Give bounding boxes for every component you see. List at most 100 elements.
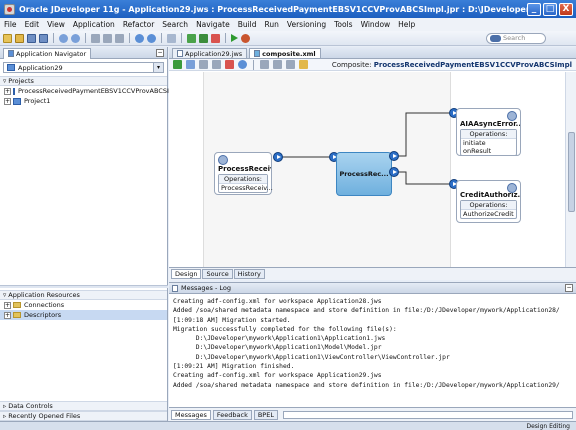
service-process-received-payment[interactable]: ProcessReceiv... Operations: ProcessRece… [214, 152, 273, 195]
expand-icon[interactable]: + [4, 311, 11, 319]
open-icon[interactable] [15, 33, 24, 43]
grid-icon[interactable] [273, 60, 282, 69]
zoom-icon[interactable] [260, 60, 269, 69]
menu-refactor[interactable]: Refactor [123, 20, 154, 29]
canvas-vertical-scrollbar[interactable] [565, 72, 576, 267]
minimize-button[interactable]: _ [527, 2, 541, 16]
delete-icon[interactable] [225, 60, 234, 69]
file-icon [177, 50, 183, 57]
paste-icon[interactable] [115, 33, 124, 43]
log-tabs: Messages Feedback BPEL [169, 407, 576, 421]
composite-canvas[interactable]: ProcessReceiv... Operations: ProcessRece… [169, 72, 565, 267]
edit-icon[interactable] [186, 60, 195, 69]
tab-feedback[interactable]: Feedback [212, 409, 252, 420]
layout-icon[interactable] [212, 60, 221, 69]
new-icon[interactable] [3, 33, 12, 43]
menu-run[interactable]: Run [265, 20, 279, 29]
log-line: [1:09:18 AM] Migration started. [173, 316, 291, 324]
chevron-down-icon[interactable]: ▾ [153, 63, 163, 72]
project-icon [13, 87, 15, 95]
menu-help[interactable]: Help [398, 20, 415, 29]
tree-item-descriptors[interactable]: + Descriptors [0, 310, 167, 320]
menu-tools[interactable]: Tools [334, 20, 352, 29]
tab-source[interactable]: Source [202, 269, 233, 279]
save-icon[interactable] [27, 33, 36, 43]
bpel-output-icon-1[interactable] [389, 151, 399, 161]
run-icon[interactable] [231, 34, 238, 42]
copy-icon[interactable] [103, 33, 112, 43]
minimize-log-button[interactable]: − [565, 284, 573, 292]
reference-gear-icon [507, 183, 517, 193]
expand-icon[interactable]: + [4, 301, 11, 309]
menu-search[interactable]: Search [162, 20, 188, 29]
minimize-panel-button[interactable]: − [156, 48, 164, 57]
database-icon[interactable] [167, 33, 176, 43]
toolbar-separator [181, 33, 182, 43]
tab-bpel[interactable]: BPEL [253, 409, 278, 420]
status-text: Design Editing [526, 422, 570, 430]
tab-history[interactable]: History [233, 269, 265, 279]
menu-application[interactable]: Application [73, 20, 115, 29]
service-endpoint-icon[interactable] [273, 152, 283, 162]
wire-icon[interactable] [199, 60, 208, 69]
close-button[interactable]: X [559, 2, 573, 16]
menu-window[interactable]: Window [361, 20, 391, 29]
application-selector[interactable]: Application29 ▾ [3, 62, 164, 73]
print-icon[interactable] [286, 60, 295, 69]
menu-versioning[interactable]: Versioning [287, 20, 326, 29]
expand-icon[interactable]: + [4, 97, 11, 105]
menu-view[interactable]: View [47, 20, 65, 29]
tree-item-connections[interactable]: + Connections [0, 300, 167, 310]
debug-icon[interactable] [241, 33, 250, 43]
application-resources-header[interactable]: ▿ Application Resources [0, 290, 167, 300]
validate-icon[interactable] [173, 60, 182, 69]
refresh-icon[interactable] [299, 60, 308, 69]
tree-item-project[interactable]: + ProcessReceivedPaymentEBSV1CCVProvABCS… [0, 86, 181, 96]
operations-box: Operations: ProcessReceiv... [218, 174, 273, 193]
composite-title: Composite: ProcessReceivedPaymentEBSV1CC… [331, 60, 572, 69]
tree-item-project[interactable]: + Project1 [0, 96, 167, 106]
menu-build[interactable]: Build [238, 20, 257, 29]
redo-icon[interactable] [71, 33, 80, 43]
tab-composite-xml[interactable]: composite.xml [249, 48, 321, 58]
navigator-icon [8, 50, 14, 57]
bpel-output-icon-2[interactable] [389, 167, 399, 177]
menu-edit[interactable]: Edit [25, 20, 40, 29]
project-icon [13, 97, 21, 105]
expand-icon[interactable]: + [4, 87, 11, 95]
panel-splitter[interactable] [0, 285, 168, 288]
application-icon [7, 64, 15, 71]
reference-credit-authorization[interactable]: CreditAuthoriz... Operations: AuthorizeC… [456, 180, 521, 223]
log-line: Added /soa/shared metadata namespace and… [173, 307, 560, 315]
tab-application-navigator[interactable]: Application Navigator [3, 47, 92, 59]
undo-icon[interactable] [59, 33, 68, 43]
menu-navigate[interactable]: Navigate [196, 20, 230, 29]
info-icon[interactable] [238, 60, 247, 69]
service-gear-icon [218, 155, 228, 165]
menu-bar: File Edit View Application Refactor Sear… [0, 18, 576, 31]
back-icon[interactable] [135, 33, 144, 43]
tab-messages[interactable]: Messages [171, 409, 211, 420]
clean-icon[interactable] [211, 33, 220, 43]
data-controls-header[interactable]: ▹ Data Controls [0, 401, 167, 411]
status-bar: Design Editing [0, 421, 576, 430]
rebuild-icon[interactable] [199, 33, 208, 43]
log-horizontal-scrollbar[interactable] [282, 410, 573, 419]
tab-design[interactable]: Design [171, 269, 202, 279]
toolbar-separator [225, 33, 226, 43]
menu-file[interactable]: File [4, 20, 17, 29]
log-line: Migration successfully completed for the… [173, 325, 397, 333]
projects-header[interactable]: ▿ Projects [0, 76, 167, 86]
log-line: Creating adf-config.xml for workspace Ap… [173, 372, 382, 380]
bpel-process[interactable]: ProcessRec... [336, 152, 392, 196]
forward-icon[interactable] [147, 33, 156, 43]
search-box[interactable]: Search [486, 33, 546, 44]
build-icon[interactable] [187, 33, 196, 43]
scrollbar-thumb[interactable] [568, 132, 575, 212]
cut-icon[interactable] [91, 33, 100, 43]
save-all-icon[interactable] [39, 33, 48, 43]
tab-application29-jws[interactable]: Application29.jws [172, 48, 248, 58]
reference-aia-async-error[interactable]: AIAAsyncError... Operations: initiate on… [456, 108, 521, 156]
recently-opened-files-header[interactable]: ▹ Recently Opened Files [0, 411, 167, 421]
maximize-button[interactable]: □ [543, 2, 557, 16]
